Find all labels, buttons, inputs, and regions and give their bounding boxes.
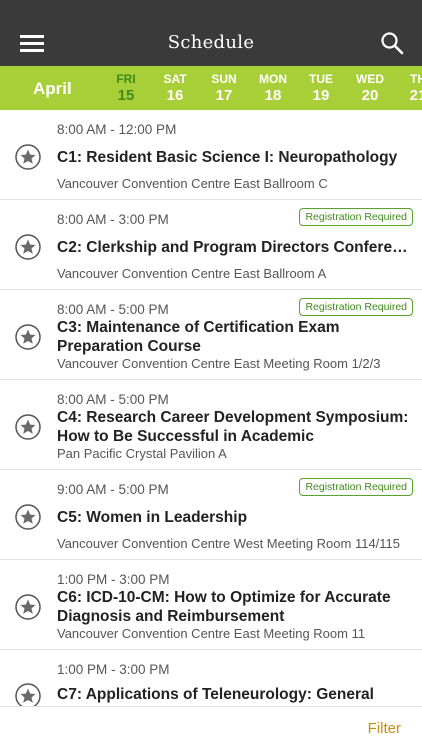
session-item[interactable]: 8:00 AM - 12:00 PM C1: Resident Basic Sc… [0,110,422,200]
session-location: Vancouver Convention Centre East Ballroo… [57,266,327,281]
bottom-bar: Filter [0,706,422,750]
day-name: WED [356,72,384,86]
session-time: 8:00 AM - 5:00 PM [57,392,169,407]
day-number: 20 [361,87,379,104]
day-tab-tue-19[interactable]: TUE 19 [298,72,344,105]
session-location: Pan Pacific Crystal Pavilion A [57,446,227,461]
session-title: C6: ICD-10-CM: How to Optimize for Accur… [57,589,391,625]
star-favorite-icon[interactable] [15,234,41,260]
star-favorite-icon[interactable] [15,144,41,170]
star-favorite-icon[interactable] [15,504,41,530]
session-time: 9:00 AM - 5:00 PM [57,482,169,497]
day-number: 18 [264,87,282,104]
session-time: 1:00 PM - 3:00 PM [57,572,170,587]
day-number: 19 [312,87,330,104]
session-title: C3: Maintenance of Certification Exam Pr… [57,319,340,355]
session-time: 8:00 AM - 3:00 PM [57,212,169,227]
day-number: 21 [409,87,422,104]
day-number: 17 [215,87,233,104]
day-tab-mon-18[interactable]: MON 18 [250,72,296,105]
session-title: C1: Resident Basic Science I: Neuropatho… [57,149,398,166]
day-name: MON [259,72,287,86]
session-time: 8:00 AM - 12:00 PM [57,122,177,137]
session-location: Vancouver Convention Centre East Meeting… [57,356,381,371]
month-label: April [33,79,72,98]
day-name: FRI [116,72,136,86]
star-favorite-icon[interactable] [15,324,41,350]
session-title: C4: Research Career Development Symposiu… [57,409,409,445]
day-number: 15 [117,87,135,104]
session-location: Vancouver Convention Centre East Meeting… [57,626,366,641]
session-location: Vancouver Convention Centre East Ballroo… [57,176,328,191]
session-item[interactable]: 8:00 AM - 5:00 PM C4: Research Career De… [0,380,422,470]
day-tab-fri-15[interactable]: FRI 15 [103,72,149,105]
star-favorite-icon[interactable] [15,594,41,620]
filter-button[interactable]: Filter [368,720,401,737]
session-title: C7: Applications of Teleneurology: Gener… [57,686,374,703]
session-time: 8:00 AM - 5:00 PM [57,302,169,317]
registration-required-badge: Registration Required [299,478,413,496]
day-tab-sun-17[interactable]: SUN 17 [201,72,247,105]
day-name: SAT [163,72,187,86]
session-title: C2: Clerkship and Program Directors Conf… [57,239,417,256]
star-favorite-icon[interactable] [15,414,41,440]
session-title: C5: Women in Leadership [57,509,248,526]
registration-required-badge: Registration Required [299,298,413,316]
session-item[interactable]: 8:00 AM - 5:00 PM Registration Required … [0,290,422,380]
session-item[interactable]: 1:00 PM - 3:00 PM C6: ICD-10-CM: How to … [0,560,422,650]
app-bar: Schedule [0,0,422,66]
session-item[interactable]: 1:00 PM - 3:00 PM C7: Applications of Te… [0,650,422,706]
page-title: Schedule [167,32,255,53]
day-tab-wed-20[interactable]: WED 20 [347,72,393,105]
day-tab-sat-16[interactable]: SAT 16 [152,72,198,105]
session-location: Vancouver Convention Centre West Meeting… [57,536,401,551]
star-favorite-icon[interactable] [15,683,41,706]
day-tab-thu-21[interactable]: TH 21 [395,72,422,105]
registration-required-badge: Registration Required [299,208,413,226]
search-icon[interactable] [380,31,404,55]
day-name: TUE [309,72,333,86]
date-selector: April FRI 15 SAT 16 SUN 17 MON 18 TUE 19… [0,66,422,110]
session-time: 1:00 PM - 3:00 PM [57,662,170,677]
session-item[interactable]: 9:00 AM - 5:00 PM Registration Required … [0,470,422,560]
session-item[interactable]: 8:00 AM - 3:00 PM Registration Required … [0,200,422,290]
day-name: TH [410,72,422,86]
day-number: 16 [166,87,184,104]
day-name: SUN [211,72,237,86]
session-list: 8:00 AM - 12:00 PM C1: Resident Basic Sc… [0,110,422,706]
